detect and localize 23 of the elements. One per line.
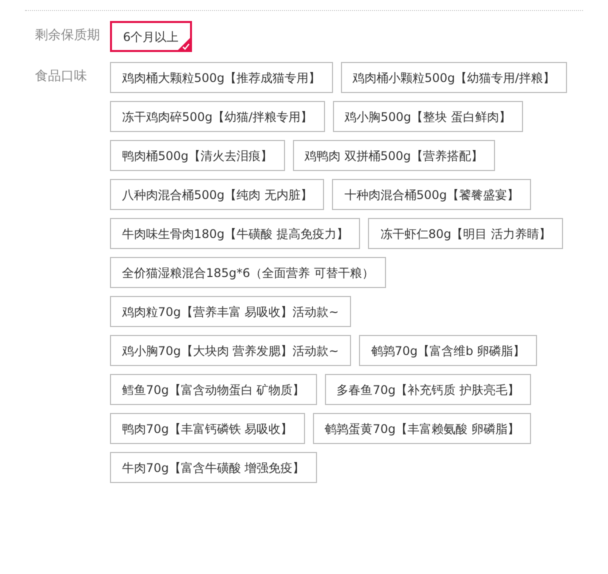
option-button[interactable]: 鹌鹑蛋黄70g【丰富赖氨酸 卵磷脂】 [312, 413, 532, 444]
option-button[interactable]: 鸡小胸70g【大块肉 营养发腮】活动款~ [110, 335, 351, 366]
option-button[interactable]: 鳕鱼70g【富含动物蛋白 矿物质】 [110, 374, 317, 405]
option-button[interactable]: 鸡肉桶大颗粒500g【推荐成猫专用】 [110, 62, 333, 93]
option-button[interactable]: 全价猫湿粮混合185g*6（全面营养 可替干粮） [110, 257, 386, 288]
property-label: 食品口味 [34, 68, 88, 86]
option-button[interactable]: 鸡肉粒70g【营养丰富 易吸收】活动款~ [110, 296, 351, 327]
option-button[interactable]: 十种肉混合桶500g【饕餮盛宴】 [332, 179, 531, 210]
option-button[interactable]: 鸭肉桶500g【清火去泪痕】 [110, 140, 285, 171]
option-button[interactable]: 鹌鹑70g【富含维b 卵磷脂】 [358, 335, 538, 366]
option-button[interactable]: 多春鱼70g【补充钙质 护肤亮毛】 [324, 374, 532, 405]
option-button[interactable]: 牛肉70g【富含牛磺酸 增强免疫】 [110, 452, 317, 483]
option-button[interactable]: 冻干鸡肉碎500g【幼猫/拌粮专用】 [110, 101, 325, 132]
option-button[interactable]: 6个月以上 [110, 21, 192, 52]
check-corner-icon [178, 38, 190, 50]
option-button[interactable]: 八种肉混合桶500g【纯肉 无内脏】 [110, 179, 324, 210]
option-button[interactable]: 牛肉味生骨肉180g【牛磺酸 提高免疫力】 [110, 218, 360, 249]
property-label: 剩余保质期 [34, 27, 101, 45]
option-button[interactable]: 鸡鸭肉 双拼桶500g【营养搭配】 [292, 140, 495, 171]
option-button[interactable]: 鸡小胸500g【整块 蛋白鲜肉】 [332, 101, 523, 132]
option-button[interactable]: 鸭肉70g【丰富钙磷铁 易吸收】 [110, 413, 305, 444]
option-button[interactable]: 冻干虾仁80g【明目 活力养睛】 [368, 218, 564, 249]
option-button[interactable]: 鸡肉桶小颗粒500g【幼猫专用/拌粮】 [340, 62, 568, 93]
